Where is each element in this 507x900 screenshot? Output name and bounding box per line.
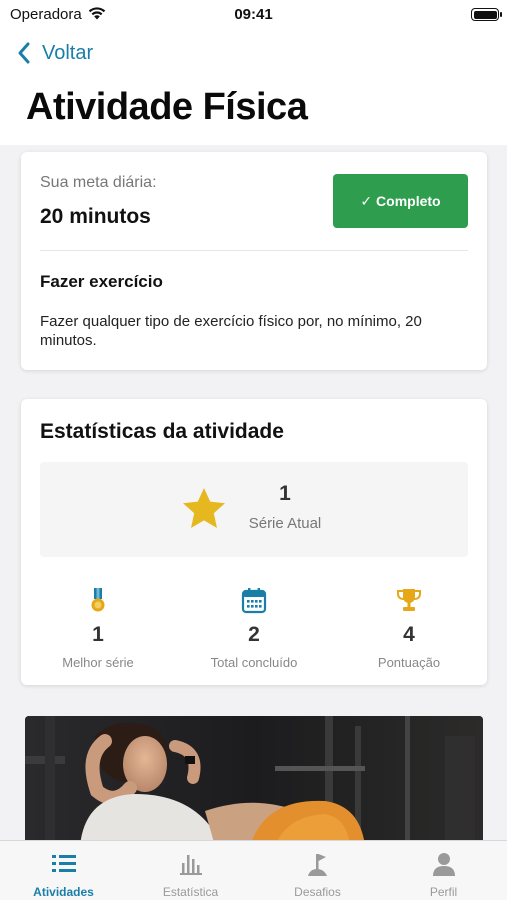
tab-profile[interactable]: Perfil xyxy=(380,841,507,900)
tab-challenges[interactable]: Desafios xyxy=(254,841,381,900)
score-stat: 4 Pontuação xyxy=(339,587,479,670)
list-icon xyxy=(51,855,76,872)
tab-statistics-label: Estatística xyxy=(162,885,219,899)
trophy-icon xyxy=(396,589,422,611)
best-streak-stat: 1 Melhor série xyxy=(28,587,168,670)
task-title: Fazer exercício xyxy=(40,272,163,291)
workout-photo-illustration xyxy=(25,716,483,846)
battery-icon xyxy=(471,8,502,21)
stats-title: Estatísticas da atividade xyxy=(40,420,284,443)
back-button[interactable]: Voltar xyxy=(14,38,93,68)
tab-profile-label: Perfil xyxy=(429,885,458,899)
goal-value: 20 minutos xyxy=(40,205,151,228)
current-streak-panel: 1 Série Atual xyxy=(40,462,468,557)
flag-icon xyxy=(307,854,327,876)
divider xyxy=(40,250,468,251)
best-streak-value: 1 xyxy=(92,623,104,646)
page-title: Atividade Física xyxy=(26,86,308,128)
task-description: Fazer qualquer tipo de exercício físico … xyxy=(40,313,422,349)
tab-bar: Atividades Estatística Desafios Perfil xyxy=(0,840,507,900)
star-icon xyxy=(183,488,225,528)
best-streak-label: Melhor série xyxy=(62,655,134,670)
score-value: 4 xyxy=(403,623,415,646)
score-label: Pontuação xyxy=(377,655,441,670)
header: Voltar Atividade Física xyxy=(0,30,507,145)
tab-activities[interactable]: Atividades xyxy=(0,841,127,900)
tab-statistics[interactable]: Estatística xyxy=(127,841,254,900)
current-streak-label: Série Atual xyxy=(248,515,322,532)
person-icon xyxy=(432,853,455,876)
calendar-icon xyxy=(241,588,267,614)
activity-photo xyxy=(25,716,483,846)
current-streak-value: 1 xyxy=(279,482,291,505)
stats-card: Estatísticas da atividade 1 Série Atual … xyxy=(21,399,487,685)
bar-chart-icon xyxy=(179,855,202,875)
total-completed-value: 2 xyxy=(248,623,260,646)
tab-activities-label: Atividades xyxy=(33,885,94,899)
status-time: 09:41 xyxy=(234,6,273,23)
goal-card: Sua meta diária: 20 minutos ✓ Completo F… xyxy=(21,152,487,370)
goal-label: Sua meta diária: xyxy=(40,174,157,191)
complete-button[interactable]: ✓ Completo xyxy=(333,174,468,228)
medal-icon xyxy=(91,588,105,612)
total-completed-label: Total concluído xyxy=(210,655,298,670)
back-label: Voltar xyxy=(42,41,94,64)
tab-challenges-label: Desafios xyxy=(294,885,341,899)
chevron-left-icon xyxy=(18,42,30,64)
total-completed-stat: 2 Total concluído xyxy=(184,587,324,670)
status-bar: Operadora 09:41 xyxy=(0,0,507,30)
